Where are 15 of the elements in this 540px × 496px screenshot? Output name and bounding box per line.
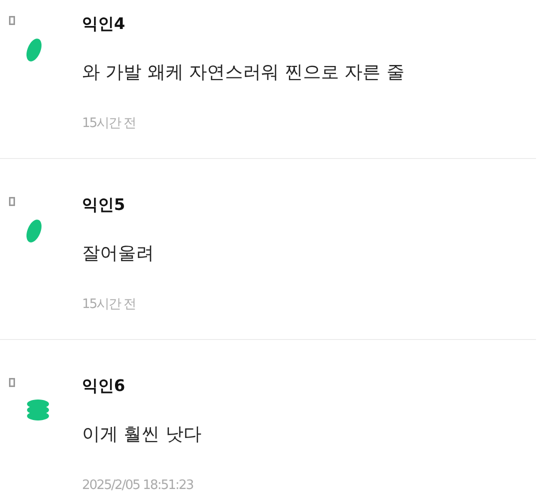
author-name: 익인6 xyxy=(82,375,126,397)
comment-text: 이게 훨씬 낫다 xyxy=(82,423,202,447)
comment-text: 와 가발 왜케 자연스러워 찐으로 자른 줄 xyxy=(82,61,406,85)
timestamp: 15시간 전 xyxy=(82,115,137,133)
leaf-icon xyxy=(26,37,42,63)
comment-text: 잘어울려 xyxy=(82,242,155,266)
timestamp: 2025/2/05 18:51:23 xyxy=(82,477,194,495)
image-placeholder-icon xyxy=(9,16,15,25)
author-name: 익인5 xyxy=(82,194,126,216)
image-placeholder-icon xyxy=(9,197,15,206)
author-name: 익인4 xyxy=(82,13,126,35)
stack-icon xyxy=(26,399,50,421)
leaf-icon xyxy=(26,218,42,244)
image-placeholder-icon xyxy=(9,378,15,387)
timestamp: 15시간 전 xyxy=(82,296,137,314)
